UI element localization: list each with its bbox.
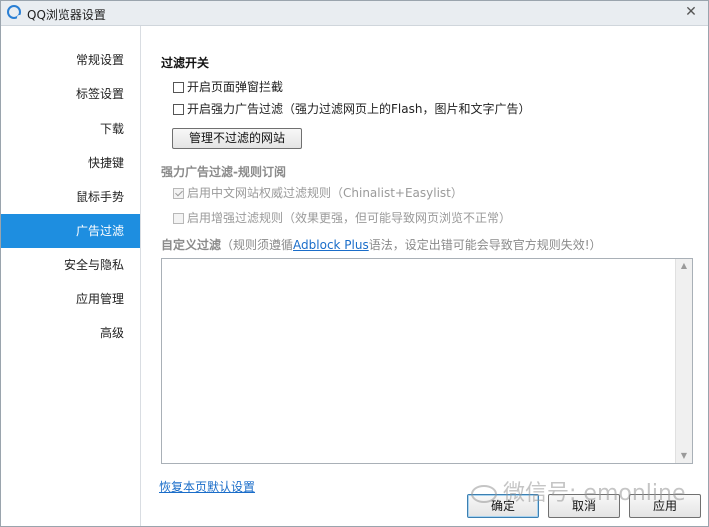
sidebar-item-shortcuts[interactable]: 快捷键	[1, 146, 140, 180]
cn-rules-label: 启用中文网站权威过滤规则（Chinalist+Easylist）	[187, 186, 463, 200]
strong-ad-filter-label: 开启强力广告过滤（强力过滤网页上的Flash，图片和文字广告）	[187, 102, 531, 116]
popup-block-checkbox[interactable]	[173, 82, 184, 93]
enhanced-rules-checkbox[interactable]	[173, 213, 184, 224]
enhanced-rules-label: 启用增强过滤规则（效果更强，但可能导致网页浏览不正常）	[187, 211, 512, 225]
custom-filter-hint-suffix: 语法，设定出错可能会导致官方规则失效!）	[368, 238, 602, 252]
manage-whitelist-button[interactable]: 管理不过滤的网站	[172, 128, 302, 149]
sidebar-item-tabs[interactable]: 标签设置	[1, 77, 140, 111]
sidebar-item-advanced[interactable]: 高级	[1, 316, 140, 350]
popup-block-option[interactable]: 开启页面弹窗拦截	[173, 79, 283, 95]
custom-filter-title: 自定义过滤	[161, 238, 222, 252]
close-icon[interactable]: ✕	[680, 2, 702, 22]
popup-block-label: 开启页面弹窗拦截	[187, 80, 284, 94]
cn-rules-option[interactable]: 启用中文网站权威过滤规则（Chinalist+Easylist）	[173, 185, 463, 201]
enhanced-rules-option[interactable]: 启用增强过滤规则（效果更强，但可能导致网页浏览不正常）	[173, 210, 511, 226]
watermark-text: 微信号: emonline	[503, 481, 686, 506]
restore-defaults-link[interactable]: 恢复本页默认设置	[159, 478, 255, 495]
settings-content: 过滤开关 开启页面弹窗拦截 开启强力广告过滤（强力过滤网页上的Flash，图片和…	[141, 26, 708, 526]
rule-subscription-title: 强力广告过滤-规则订阅	[161, 165, 286, 179]
custom-filter-label: 自定义过滤（规则须遵循Adblock Plus语法，设定出错可能会导致官方规则失…	[161, 236, 602, 253]
sidebar-item-ad-filter[interactable]: 广告过滤	[1, 214, 140, 248]
settings-sidebar: 常规设置 标签设置 下载 快捷键 鼠标手势 广告过滤 安全与隐私 应用管理 高级	[1, 26, 141, 526]
adblock-plus-link[interactable]: Adblock Plus	[293, 238, 369, 252]
scroll-down-arrow-icon[interactable]: ▼	[676, 449, 692, 463]
title-bar: QQ浏览器设置 ✕	[1, 1, 708, 26]
wechat-icon	[471, 485, 497, 503]
wechat-watermark: 微信号: emonline	[471, 475, 685, 507]
custom-filter-textarea[interactable]: ▲ ▼	[161, 258, 693, 464]
strong-ad-filter-checkbox[interactable]	[173, 104, 184, 115]
sidebar-item-app-management[interactable]: 应用管理	[1, 282, 140, 316]
strong-ad-filter-option[interactable]: 开启强力广告过滤（强力过滤网页上的Flash，图片和文字广告）	[173, 101, 530, 117]
sidebar-item-security-privacy[interactable]: 安全与隐私	[1, 248, 140, 282]
window-title: QQ浏览器设置	[27, 8, 106, 22]
scroll-up-arrow-icon[interactable]: ▲	[676, 259, 692, 273]
custom-filter-hint-prefix: （规则须遵循	[221, 238, 294, 252]
vertical-scrollbar[interactable]: ▲ ▼	[675, 259, 692, 463]
sidebar-item-general[interactable]: 常规设置	[1, 43, 140, 77]
sidebar-item-download[interactable]: 下载	[1, 112, 140, 146]
filter-switch-title: 过滤开关	[161, 56, 210, 70]
sidebar-item-mouse-gestures[interactable]: 鼠标手势	[1, 180, 140, 214]
qq-browser-logo-icon	[7, 5, 22, 20]
cn-rules-checkbox[interactable]	[173, 188, 184, 199]
settings-window: QQ浏览器设置 ✕ 常规设置 标签设置 下载 快捷键 鼠标手势 广告过滤 安全与…	[0, 0, 709, 527]
